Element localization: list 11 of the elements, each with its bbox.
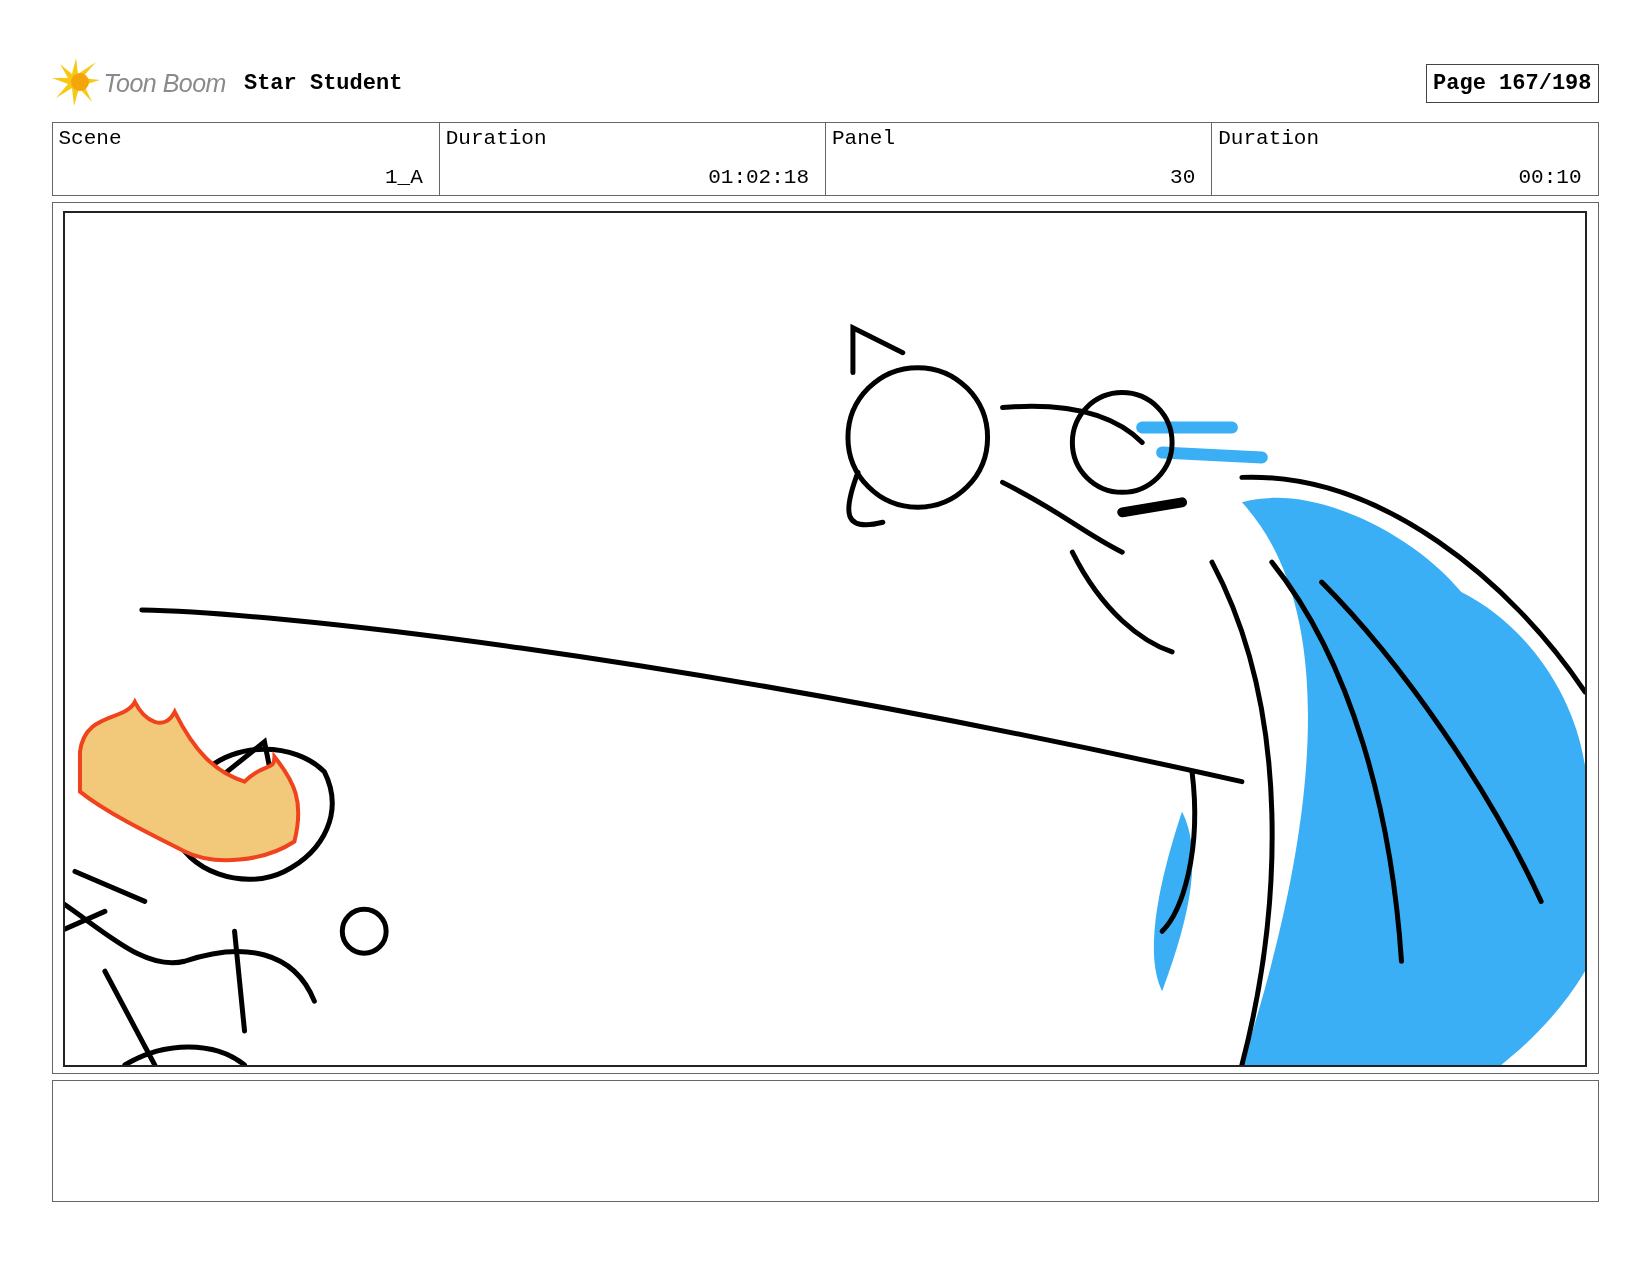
field-value: 01:02:18 (707, 166, 809, 189)
field-label: Scene (58, 127, 123, 150)
field-value: 30 (1169, 166, 1196, 189)
page-number: Page 167/198 (1426, 63, 1599, 103)
field-value: 1_A (383, 166, 423, 189)
field-label: Panel (832, 127, 896, 150)
field-value: 00:10 (1517, 166, 1582, 189)
logo-text: Toon Boom (103, 68, 226, 98)
field-label: Duration (1218, 127, 1321, 150)
project-title: Star Student (243, 70, 403, 96)
field-label: Duration (445, 127, 548, 150)
